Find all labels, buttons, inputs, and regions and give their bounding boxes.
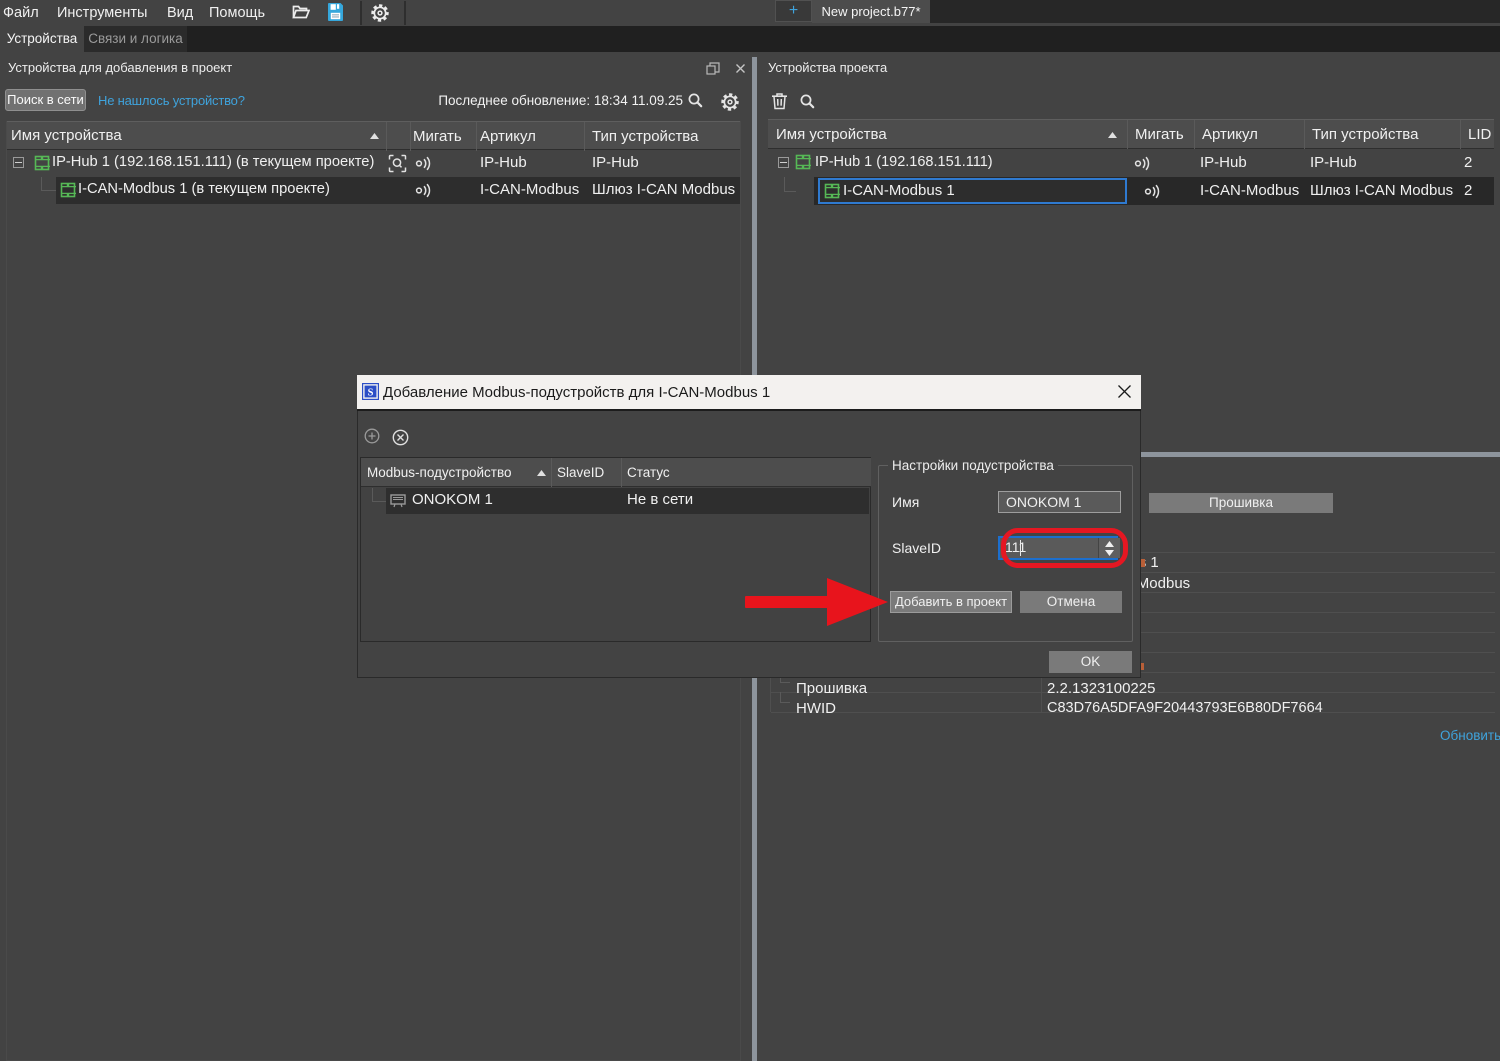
svg-text:S: S: [368, 387, 374, 398]
